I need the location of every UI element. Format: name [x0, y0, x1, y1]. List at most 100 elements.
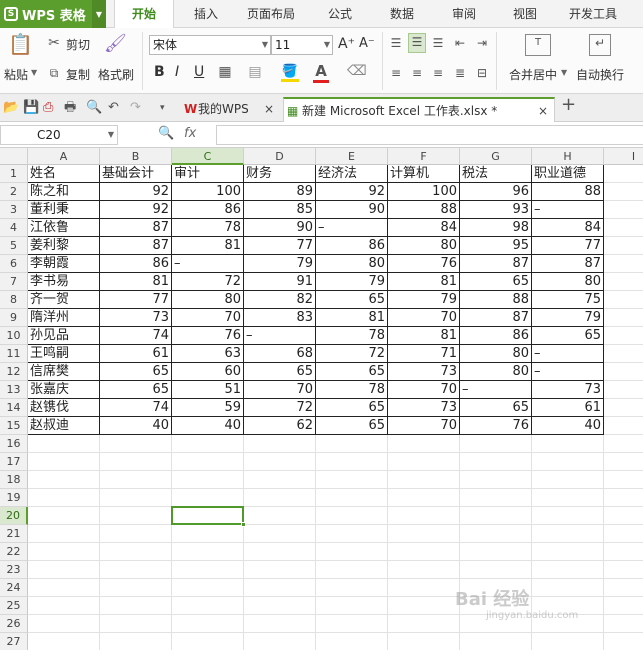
cell-i2[interactable]: [604, 183, 643, 201]
cell-b1[interactable]: 基础会计: [100, 165, 172, 183]
wrap-text-button[interactable]: 自动换行: [576, 66, 624, 83]
format-painter-icon[interactable]: 🖌: [104, 35, 127, 53]
row-header[interactable]: 13: [0, 381, 28, 399]
cell-g9[interactable]: 87: [460, 309, 532, 327]
cell-f18[interactable]: [388, 471, 460, 489]
font-color-button[interactable]: A: [313, 63, 329, 83]
cell-g10[interactable]: 86: [460, 327, 532, 345]
cell-g1[interactable]: 税法: [460, 165, 532, 183]
cell-d8[interactable]: 82: [244, 291, 316, 309]
cell-f23[interactable]: [388, 561, 460, 579]
row-header[interactable]: 11: [0, 345, 28, 363]
cell-d16[interactable]: [244, 435, 316, 453]
row-header[interactable]: 20: [0, 507, 28, 525]
cell-b26[interactable]: [100, 615, 172, 633]
merge-center-icon[interactable]: T: [525, 34, 551, 56]
increase-indent-icon[interactable]: ⇥: [475, 35, 489, 51]
cell-h20[interactable]: [532, 507, 604, 525]
cell-a1[interactable]: 姓名: [28, 165, 100, 183]
row-header[interactable]: 17: [0, 453, 28, 471]
cell-b18[interactable]: [100, 471, 172, 489]
cell-b22[interactable]: [100, 543, 172, 561]
cell-c7[interactable]: 72: [172, 273, 244, 291]
paste-icon[interactable]: 📋: [8, 34, 33, 60]
cell-f25[interactable]: [388, 597, 460, 615]
row-header[interactable]: 16: [0, 435, 28, 453]
cell-i23[interactable]: [604, 561, 643, 579]
close-icon[interactable]: ×: [538, 99, 548, 123]
cell-e26[interactable]: [316, 615, 388, 633]
copy-button[interactable]: 复制: [66, 66, 90, 83]
cell-c23[interactable]: [172, 561, 244, 579]
cell-h7[interactable]: 80: [532, 273, 604, 291]
cell-f21[interactable]: [388, 525, 460, 543]
cell-i20[interactable]: [604, 507, 643, 525]
cell-h27[interactable]: [532, 633, 604, 650]
cell-e12[interactable]: 65: [316, 363, 388, 381]
cell-c1[interactable]: 审计: [172, 165, 244, 183]
row-header[interactable]: 19: [0, 489, 28, 507]
cell-f14[interactable]: 73: [388, 399, 460, 417]
cell-i14[interactable]: [604, 399, 643, 417]
cell-d25[interactable]: [244, 597, 316, 615]
font-name-select[interactable]: 宋体 ▼: [149, 35, 271, 55]
row-header[interactable]: 15: [0, 417, 28, 435]
tab-my-wps[interactable]: W 我的WPS ×: [180, 97, 280, 122]
cell-c15[interactable]: 40: [172, 417, 244, 435]
cell-g21[interactable]: [460, 525, 532, 543]
cell-i19[interactable]: [604, 489, 643, 507]
export-pdf-icon[interactable]: ⎙: [43, 100, 53, 116]
cell-g23[interactable]: [460, 561, 532, 579]
cell-h22[interactable]: [532, 543, 604, 561]
close-icon[interactable]: ×: [264, 97, 274, 121]
select-all-corner[interactable]: [0, 148, 28, 165]
cell-a10[interactable]: 孙见品: [28, 327, 100, 345]
cell-c6[interactable]: –: [172, 255, 244, 273]
cell-d5[interactable]: 77: [244, 237, 316, 255]
cell-a15[interactable]: 赵叔迪: [28, 417, 100, 435]
cell-d18[interactable]: [244, 471, 316, 489]
cell-e25[interactable]: [316, 597, 388, 615]
align-center-icon[interactable]: ≡: [410, 65, 424, 81]
cell-g15[interactable]: 76: [460, 417, 532, 435]
cell-b12[interactable]: 65: [100, 363, 172, 381]
cell-g8[interactable]: 88: [460, 291, 532, 309]
row-header[interactable]: 6: [0, 255, 28, 273]
cell-f12[interactable]: 73: [388, 363, 460, 381]
cell-b23[interactable]: [100, 561, 172, 579]
menu-item[interactable]: 开始: [114, 0, 174, 29]
cell-i17[interactable]: [604, 453, 643, 471]
cell-c14[interactable]: 59: [172, 399, 244, 417]
row-header[interactable]: 9: [0, 309, 28, 327]
cell-e2[interactable]: 92: [316, 183, 388, 201]
cell-e5[interactable]: 86: [316, 237, 388, 255]
row-header[interactable]: 27: [0, 633, 28, 650]
merge-center-button[interactable]: 合并居中: [509, 66, 557, 83]
cell-i4[interactable]: [604, 219, 643, 237]
cell-i27[interactable]: [604, 633, 643, 650]
cell-d24[interactable]: [244, 579, 316, 597]
cell-d14[interactable]: 72: [244, 399, 316, 417]
cell-a17[interactable]: [28, 453, 100, 471]
cell-c20[interactable]: [172, 507, 244, 525]
cell-f10[interactable]: 81: [388, 327, 460, 345]
row-header[interactable]: 18: [0, 471, 28, 489]
cell-i21[interactable]: [604, 525, 643, 543]
cell-f7[interactable]: 81: [388, 273, 460, 291]
cell-b15[interactable]: 40: [100, 417, 172, 435]
column-header-i[interactable]: I: [604, 148, 643, 165]
cell-i18[interactable]: [604, 471, 643, 489]
align-bottom-icon[interactable]: ☰: [431, 35, 445, 51]
cell-c27[interactable]: [172, 633, 244, 650]
cell-a16[interactable]: [28, 435, 100, 453]
cell-c19[interactable]: [172, 489, 244, 507]
menu-item[interactable]: 页面布局: [241, 0, 301, 28]
cell-f6[interactable]: 76: [388, 255, 460, 273]
cell-i13[interactable]: [604, 381, 643, 399]
column-header-h[interactable]: H: [532, 148, 604, 165]
cell-d2[interactable]: 89: [244, 183, 316, 201]
cell-h4[interactable]: 84: [532, 219, 604, 237]
paste-button[interactable]: 粘贴: [4, 66, 28, 83]
cell-h12[interactable]: –: [532, 363, 604, 381]
cell-b4[interactable]: 87: [100, 219, 172, 237]
